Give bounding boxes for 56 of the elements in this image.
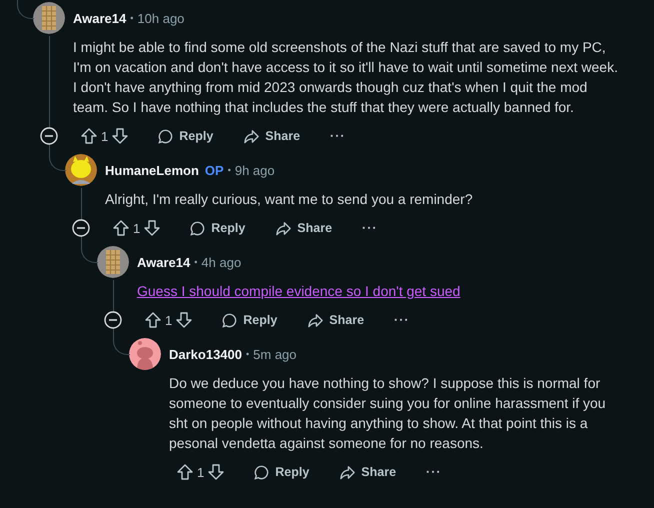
upvote-icon[interactable] xyxy=(112,219,130,237)
more-options-button[interactable]: ··· xyxy=(386,309,418,331)
collapse-icon[interactable] xyxy=(72,219,90,237)
share-button[interactable]: Share xyxy=(235,124,308,148)
username[interactable]: Darko13400 xyxy=(169,346,242,362)
avatar[interactable] xyxy=(129,338,161,370)
comment-text: Do we deduce you have nothing to show? I suppose this is normal for someone to eventually consider suing you for online harassment if you sht on people without having anything to show. At that point this is a pesonal vendetta against someone for no reasons. xyxy=(169,374,607,453)
downvote-icon[interactable] xyxy=(175,311,194,329)
more-options-button[interactable]: ··· xyxy=(354,217,386,239)
more-options-button[interactable]: ··· xyxy=(322,125,354,147)
avatar[interactable] xyxy=(97,246,129,278)
collapse-icon[interactable] xyxy=(104,311,122,329)
share-button[interactable]: Share xyxy=(267,216,340,240)
username[interactable]: Aware14 xyxy=(73,10,126,26)
vote-count: 1 xyxy=(165,312,172,328)
share-arrow-icon xyxy=(243,128,260,144)
reply-button[interactable]: Reply xyxy=(181,216,254,240)
username[interactable]: Aware14 xyxy=(137,254,190,270)
timestamp: 5m ago xyxy=(253,346,297,362)
share-button[interactable]: Share xyxy=(331,460,404,484)
timestamp: 4h ago xyxy=(201,254,242,270)
op-label: OP xyxy=(204,162,224,178)
separator-dot: • xyxy=(194,257,198,267)
separator-dot: • xyxy=(246,349,250,359)
reply-button[interactable]: Reply xyxy=(245,460,318,484)
vote-count: 1 xyxy=(133,220,140,236)
separator-dot: • xyxy=(130,13,134,23)
collapse-icon[interactable] xyxy=(40,127,58,145)
reply-button[interactable]: Reply xyxy=(213,308,286,332)
timestamp: 9h ago xyxy=(234,162,275,178)
downvote-icon[interactable] xyxy=(111,127,130,145)
share-arrow-icon xyxy=(307,312,324,328)
comment-text: Alright, I'm really curious, want me to send you a reminder? xyxy=(105,190,474,209)
downvote-icon[interactable] xyxy=(207,463,226,481)
upvote-icon[interactable] xyxy=(144,311,162,329)
share-button[interactable]: Share xyxy=(299,308,372,332)
timestamp: 10h ago xyxy=(137,10,184,26)
reply-button[interactable]: Reply xyxy=(149,124,222,148)
more-options-button[interactable]: ··· xyxy=(418,461,450,483)
avatar[interactable] xyxy=(65,154,97,186)
comment-text: I might be able to find some old screenshots of the Nazi stuff that are saved to my PC, I'm on vacation and don't have access to it so it'll have to wait until sometime next week. I don't have anything from mid 2023 onwards though cuz that's when I quit the mod team. So I have nothing that includes the stuff that they were actually banned for. xyxy=(73,38,618,117)
speech-bubble-icon xyxy=(253,464,270,480)
share-arrow-icon xyxy=(339,464,356,480)
speech-bubble-icon xyxy=(189,220,206,236)
speech-bubble-icon xyxy=(221,312,238,328)
speech-bubble-icon xyxy=(157,128,174,144)
vote-count: 1 xyxy=(101,128,108,144)
downvote-icon[interactable] xyxy=(143,219,162,237)
avatar[interactable] xyxy=(33,2,65,34)
separator-dot: • xyxy=(228,165,231,175)
upvote-icon[interactable] xyxy=(80,127,98,145)
upvote-icon[interactable] xyxy=(176,463,194,481)
username[interactable]: HumaneLemon xyxy=(105,162,199,178)
vote-count: 1 xyxy=(197,464,204,480)
share-arrow-icon xyxy=(275,220,292,236)
comment-link[interactable]: Guess I should compile evidence so I don't get sued xyxy=(137,281,627,301)
